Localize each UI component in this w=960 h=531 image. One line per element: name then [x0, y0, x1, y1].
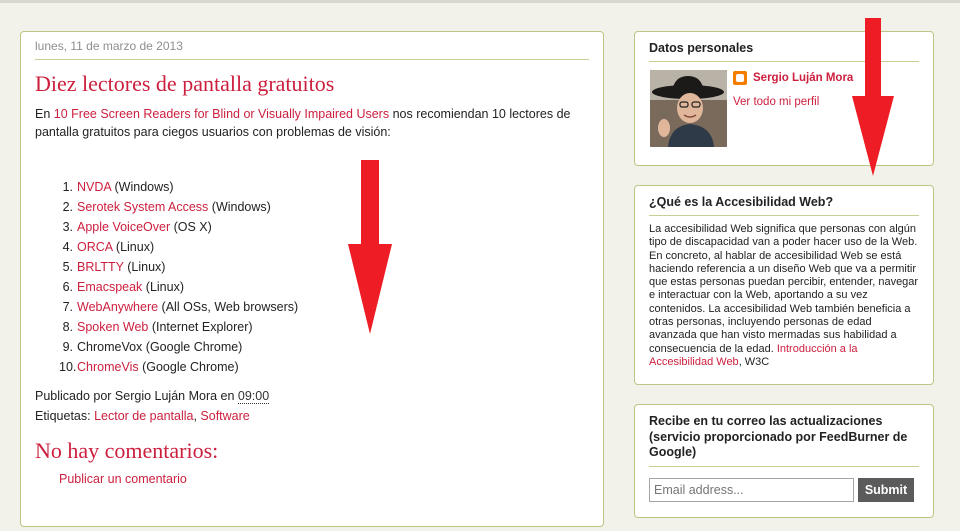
down-arrow-annotation-right: [852, 18, 894, 176]
intro-prefix: En: [35, 107, 54, 121]
list-number: 5.: [62, 260, 73, 274]
down-arrow-annotation-left: [348, 160, 392, 334]
author-line: Publicado por Sergio Luján Mora en 09:00: [35, 386, 589, 406]
list-number: 4.: [62, 240, 73, 254]
accessibility-description: La accesibilidad Web significa que perso…: [649, 223, 919, 369]
list-item: 8. Spoken Web (Internet Explorer): [59, 317, 589, 337]
subscribe-widget: Recibe en tu correo las actualizaciones …: [634, 404, 934, 518]
labels-prefix: Etiquetas:: [35, 409, 95, 423]
subscribe-form: Submit: [649, 477, 919, 502]
labels-line: Etiquetas: Lector de pantalla, Software: [35, 406, 589, 426]
accessibility-text: La accesibilidad Web significa que perso…: [649, 223, 919, 355]
list-item: 1. NVDA (Windows): [59, 177, 589, 197]
top-divider: [0, 0, 960, 3]
list-item: 2. Serotek System Access (Windows): [59, 197, 589, 217]
comments-heading: No hay comentarios:: [35, 438, 219, 463]
submit-button[interactable]: Submit: [858, 477, 914, 502]
list-item-link[interactable]: ORCA: [77, 240, 112, 254]
list-item: 7. WebAnywhere (All OSs, Web browsers): [59, 297, 589, 317]
accessibility-widget-title: ¿Qué es la Accesibilidad Web?: [649, 186, 919, 216]
list-item-note: (Linux): [112, 240, 155, 254]
list-item: 3. Apple VoiceOver (OS X): [59, 217, 589, 237]
list-number: 10.: [59, 360, 77, 374]
label-link-screen-reader[interactable]: Lector de pantalla: [94, 409, 193, 423]
list-number: 9.: [62, 340, 73, 354]
list-item-note: (Windows): [111, 180, 174, 194]
list-item: 10.ChromeVis (Google Chrome): [59, 357, 589, 377]
intro-source-link[interactable]: 10 Free Screen Readers for Blind or Visu…: [54, 107, 389, 121]
list-item-link[interactable]: Spoken Web: [77, 320, 148, 334]
list-item-note: (OS X): [170, 220, 212, 234]
post-time-link[interactable]: 09:00: [237, 389, 270, 404]
list-item-note: (Google Chrome): [138, 360, 239, 374]
list-number: 2.: [62, 200, 73, 214]
list-item-text: ChromeVox: [77, 340, 143, 354]
author-text: Publicado por Sergio Luján Mora en: [35, 389, 238, 403]
post-intro: En 10 Free Screen Readers for Blind or V…: [35, 105, 589, 141]
view-full-profile-link[interactable]: Ver todo mi perfil: [733, 96, 819, 108]
post-title[interactable]: Diez lectores de pantalla gratuitos: [35, 71, 589, 97]
list-item-link[interactable]: WebAnywhere: [77, 300, 158, 314]
list-item-note: (Windows): [208, 200, 271, 214]
list-item: 9. ChromeVox (Google Chrome): [59, 337, 589, 357]
list-item-note: (Google Chrome): [142, 340, 243, 354]
list-item-link[interactable]: BRLTTY: [77, 260, 124, 274]
list-number: 3.: [62, 220, 73, 234]
profile-avatar[interactable]: [650, 70, 727, 147]
list-number: 1.: [62, 180, 73, 194]
subscribe-widget-title: Recibe en tu correo las actualizaciones …: [649, 405, 919, 467]
list-item: 5. BRLTTY (Linux): [59, 257, 589, 277]
list-number: 6.: [62, 280, 73, 294]
profile-name[interactable]: Sergio Luján Mora: [733, 71, 853, 85]
accessibility-widget: ¿Qué es la Accesibilidad Web? La accesib…: [634, 185, 934, 385]
list-item-link[interactable]: NVDA: [77, 180, 111, 194]
publish-comment-link[interactable]: Publicar un comentario: [59, 472, 187, 486]
list-item-note: (Internet Explorer): [148, 320, 253, 334]
post-footer: Publicado por Sergio Luján Mora en 09:00…: [35, 386, 589, 426]
list-number: 7.: [62, 300, 73, 314]
screen-reader-list: 1. NVDA (Windows) 2. Serotek System Access…: [35, 177, 589, 377]
post-card: lunes, 11 de marzo de 2013 Diez lectores…: [20, 31, 604, 527]
accessibility-suffix: , W3C: [738, 355, 770, 368]
list-item-note: (All OSs, Web browsers): [158, 300, 299, 314]
blogger-icon: [733, 71, 747, 85]
post-date: lunes, 11 de marzo de 2013: [35, 39, 589, 60]
list-item-note: (Linux): [123, 260, 166, 274]
list-item: 6. Emacspeak (Linux): [59, 277, 589, 297]
list-item-link[interactable]: ChromeVis: [77, 360, 139, 374]
list-item-link[interactable]: Apple VoiceOver: [77, 220, 170, 234]
list-item: 4. ORCA (Linux): [59, 237, 589, 257]
list-item-link[interactable]: Emacspeak: [77, 280, 142, 294]
list-item-note: (Linux): [142, 280, 184, 294]
email-input[interactable]: [649, 477, 854, 502]
list-number: 8.: [62, 320, 73, 334]
profile-name-link[interactable]: Sergio Luján Mora: [753, 72, 853, 84]
label-link-software[interactable]: Software: [200, 409, 249, 423]
list-item-link[interactable]: Serotek System Access: [77, 200, 208, 214]
